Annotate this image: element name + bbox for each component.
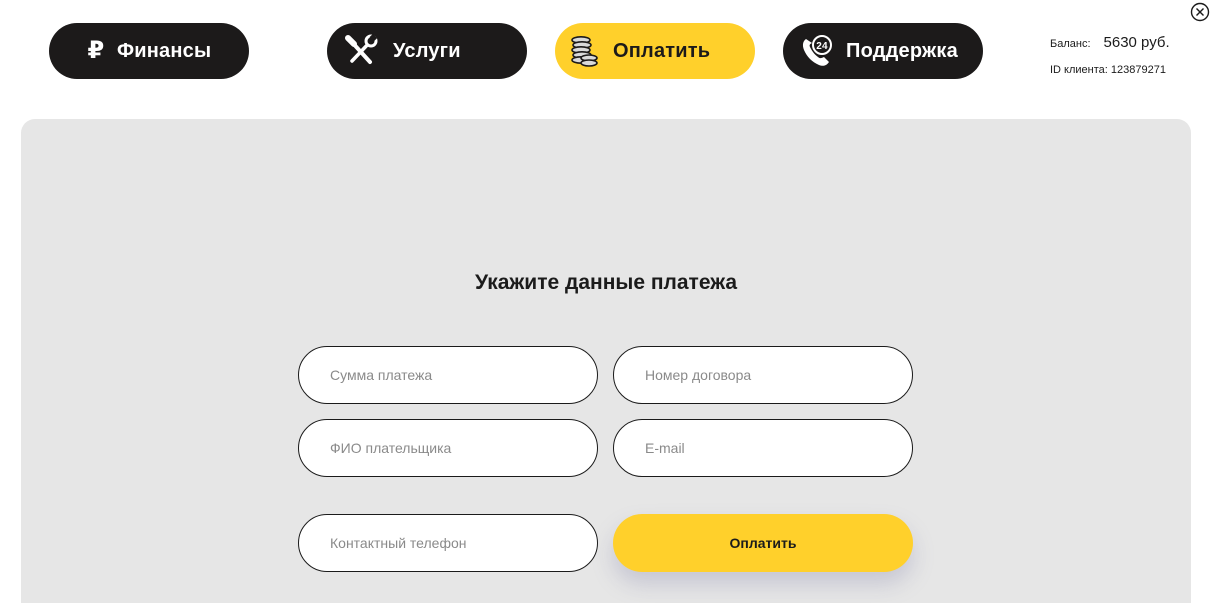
pay-submit-button[interactable]: Оплатить bbox=[613, 514, 913, 572]
nav-services-label: Услуги bbox=[393, 39, 461, 62]
coins-icon bbox=[569, 33, 599, 69]
phone-24-icon: 24 bbox=[799, 33, 835, 69]
nav-support-button[interactable]: 24 Поддержка bbox=[783, 23, 983, 79]
email-input[interactable] bbox=[613, 419, 913, 477]
balance-label: Баланс: bbox=[1050, 38, 1091, 50]
nav-pay-button[interactable]: Оплатить bbox=[555, 23, 755, 79]
nav-support-label: Поддержка bbox=[846, 39, 958, 62]
client-id-value: 123879271 bbox=[1110, 64, 1166, 76]
contract-number-input[interactable] bbox=[613, 346, 913, 404]
payment-page: ₽ Финансы Услуги Оплатить 24 Поддержка Б… bbox=[0, 0, 1212, 603]
balance-info: Баланс: 5630 руб. bbox=[1050, 34, 1170, 51]
nav-finance-button[interactable]: ₽ Финансы bbox=[49, 23, 249, 79]
form-title: Укажите данные платежа bbox=[474, 271, 738, 294]
amount-input[interactable] bbox=[298, 346, 598, 404]
client-id-info: ID клиента: 123879271 bbox=[1050, 64, 1166, 76]
ruble-icon: ₽ bbox=[87, 37, 105, 64]
tools-icon bbox=[343, 34, 379, 68]
close-icon bbox=[1190, 2, 1210, 22]
nav-finance-label: Финансы bbox=[117, 39, 212, 62]
support-24-badge: 24 bbox=[816, 41, 828, 52]
payment-form-panel: Укажите данные платежа Оплатить bbox=[21, 119, 1191, 603]
close-button[interactable] bbox=[1190, 2, 1210, 22]
balance-value: 5630 руб. bbox=[1103, 34, 1170, 51]
nav-pay-label: Оплатить bbox=[613, 39, 711, 62]
phone-input[interactable] bbox=[298, 514, 598, 572]
payer-name-input[interactable] bbox=[298, 419, 598, 477]
client-id-label: ID клиента: bbox=[1050, 64, 1108, 76]
nav-services-button[interactable]: Услуги bbox=[327, 23, 527, 79]
